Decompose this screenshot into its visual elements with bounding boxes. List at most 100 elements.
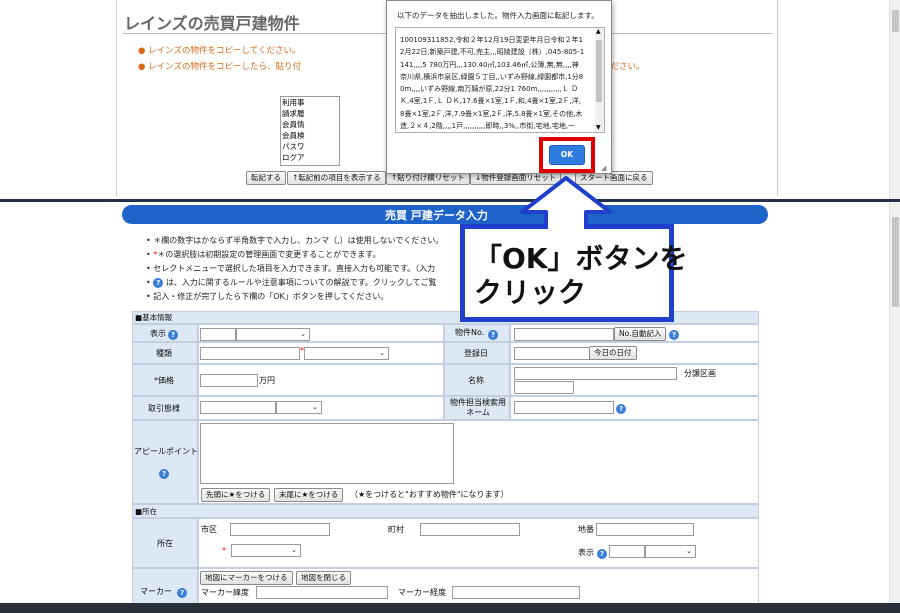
callout-arrow-join <box>548 221 584 229</box>
label-price: *価格 <box>154 376 174 385</box>
list-item[interactable]: 利用事 <box>282 97 339 108</box>
main-header-title: 売買 戸建データ入力 <box>385 209 488 222</box>
top-bullet-1: ● レインズの物件をコピーしてください。 <box>138 46 301 56</box>
help-icon[interactable]: ? <box>159 469 169 479</box>
chevron-down-icon: ⌄ <box>300 330 306 338</box>
display2-select[interactable]: ⌄ <box>645 545 696 558</box>
close-map-button[interactable]: 地図を閉じる <box>296 571 351 585</box>
note-3: • セレクトメニューで選択した項目を入力できます。直接入力も可能です。（入力 <box>146 264 436 273</box>
label-display: 表示 <box>150 329 166 338</box>
label-search-name: 物件担当検索用ネーム <box>450 398 506 417</box>
display-input[interactable] <box>200 328 236 341</box>
appeal-textarea[interactable] <box>200 423 454 484</box>
dialog-scrollbar[interactable]: ▲ ▼ <box>595 28 604 132</box>
note-2: • *＊の選択肢は初期設定の管理画面で変更することができます。 <box>146 250 381 259</box>
label-lot: 地番 <box>578 525 594 534</box>
chevron-down-icon: ⌄ <box>291 546 297 554</box>
name-input-2[interactable] <box>514 381 574 394</box>
help-icon[interactable]: ? <box>177 588 187 598</box>
label-city: 市区 <box>201 525 217 534</box>
label-name: 名称 <box>468 376 484 385</box>
top-page-title: レインズの売買戸建物件 <box>124 14 300 33</box>
dialog-scroll-down-icon[interactable]: ▼ <box>596 124 601 131</box>
section-loc-title: ■所在 <box>135 507 158 516</box>
section-loc-header <box>132 504 759 518</box>
deal-input[interactable] <box>200 401 276 414</box>
show-before-button[interactable]: ↑転記前の項目を表示する <box>287 171 386 185</box>
required-mark: * <box>222 546 226 555</box>
label-marker: マーカー <box>140 587 172 596</box>
display-select[interactable]: ⌄ <box>236 328 310 341</box>
name-input[interactable] <box>514 367 677 380</box>
search-name-input[interactable] <box>514 401 614 414</box>
list-item[interactable]: 請求履 <box>282 108 339 119</box>
bottom-scroll-thumb[interactable] <box>892 217 899 307</box>
star-note: （★をつけると"おすすめ物件"になります） <box>350 490 509 499</box>
ok-button[interactable]: OK <box>549 145 585 165</box>
help-icon: ? <box>153 278 164 288</box>
type-input[interactable] <box>200 347 300 360</box>
list-item[interactable]: 会員情 <box>282 119 339 130</box>
today-button[interactable]: 今日の日付 <box>589 346 637 360</box>
label-town: 町村 <box>388 525 404 534</box>
label-location: 所在 <box>157 539 173 548</box>
callout-text: 「OK」ボタンを クリック <box>474 242 688 309</box>
type-select[interactable]: ⌄ <box>304 347 389 360</box>
map-marker-button[interactable]: 地図にマーカーをつける <box>200 571 293 585</box>
label-property-no: 物件No. <box>455 328 485 337</box>
town-input[interactable] <box>420 523 520 536</box>
list-item[interactable]: ログア <box>282 152 339 163</box>
alert-dialog: 以下のデータを抽出しました。物件入力画面に転記します。 100109311852… <box>386 0 612 174</box>
label-lat: マーカー緯度 <box>201 588 249 597</box>
status-strip <box>0 603 900 613</box>
deal-select[interactable]: ⌄ <box>276 401 322 414</box>
lot-input[interactable] <box>596 523 694 536</box>
label-appeal: アピールポイント <box>134 447 198 456</box>
label-deal: 取引態様 <box>148 404 180 413</box>
top-scrollbar[interactable] <box>889 0 900 200</box>
property-no-input[interactable] <box>514 328 614 341</box>
note-4: • ? は、入力に関するルールや注意事項についての解説です。クリックしてご覧 <box>146 278 437 288</box>
chevron-down-icon: ⌄ <box>686 547 692 555</box>
transcribe-button[interactable]: 転記する <box>246 171 286 185</box>
dialog-scroll-thumb[interactable] <box>596 40 602 102</box>
star-end-button[interactable]: 末尾に★をつける <box>274 488 344 502</box>
auto-fill-button[interactable]: No.自動記入 <box>614 327 667 341</box>
top-scroll-thumb[interactable] <box>892 10 899 32</box>
dialog-header: 以下のデータを抽出しました。物件入力画面に転記します。 <box>397 11 599 20</box>
price-input[interactable] <box>200 374 258 387</box>
help-icon[interactable]: ? <box>488 330 498 340</box>
dialog-body-text: 100109311852,令和２年12月19日変更年月日令和２年12月22日,新… <box>400 36 585 131</box>
label-cell-appeal <box>132 420 198 504</box>
reg-date-input[interactable] <box>514 347 590 360</box>
top-listbox[interactable]: 利用事 請求履 会員情 会員検 パスワ ログア <box>280 96 340 166</box>
list-item[interactable]: 会員検 <box>282 130 339 141</box>
section-basic-title: ■基本情報 <box>135 313 173 322</box>
help-icon[interactable]: ? <box>616 404 626 414</box>
top-bullet-2: ● レインズの物件をコピーしたら、貼り付 <box>138 62 301 72</box>
note-5: • 記入・修正が完了したら下欄の「OK」ボタンを押してください。 <box>146 292 389 301</box>
star-front-button[interactable]: 先頭に★をつける <box>201 488 271 502</box>
dialog-scroll-up-icon[interactable]: ▲ <box>596 28 601 35</box>
resize-grip-icon: ◢ <box>601 164 607 172</box>
bottom-scrollbar[interactable] <box>889 203 900 603</box>
chevron-down-icon: ⌄ <box>312 403 318 411</box>
city-input[interactable] <box>230 523 330 536</box>
price-unit: 万円 <box>259 376 275 385</box>
help-icon[interactable]: ? <box>168 330 178 340</box>
dialog-textarea[interactable]: 100109311852,令和２年12月19日変更年月日令和２年12月22日,新… <box>395 27 605 133</box>
help-icon[interactable]: ? <box>597 549 607 559</box>
label-subdiv: 分譲区画 <box>684 369 716 378</box>
display2-input[interactable] <box>609 545 645 558</box>
label-type: 種類 <box>156 349 172 358</box>
label-display-2: 表示 <box>578 548 594 557</box>
note-1: • ＊欄の数字はかならず半角数字で入力し、カンマ（,）は使用しないでください。 <box>146 236 444 245</box>
help-icon[interactable]: ? <box>669 330 679 340</box>
lng-input[interactable] <box>452 586 580 599</box>
chevron-down-icon: ⌄ <box>379 349 385 357</box>
lat-input[interactable] <box>256 586 388 599</box>
label-reg-date: 登録日 <box>464 349 488 358</box>
label-lng: マーカー経度 <box>398 588 446 597</box>
pref-select[interactable]: ⌄ <box>231 544 301 557</box>
list-item[interactable]: パスワ <box>282 141 339 152</box>
